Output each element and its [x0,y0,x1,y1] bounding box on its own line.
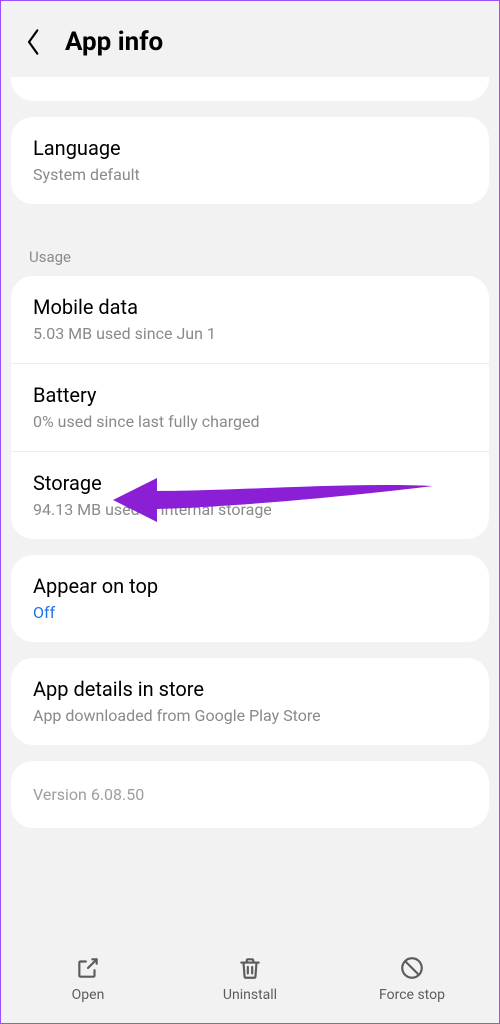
appear-on-top-card: Appear on top Off [11,555,489,642]
force-stop-button[interactable]: Force stop [331,955,493,1003]
version-card: Version 6.08.50 [11,761,489,828]
trash-icon [237,955,263,981]
mobile-data-row[interactable]: Mobile data 5.03 MB used since Jun 1 [11,276,489,363]
row-title: Language [33,135,467,161]
row-sub: 0% used since last fully charged [33,412,467,431]
appear-on-top-row[interactable]: Appear on top Off [11,555,489,642]
storage-row[interactable]: Storage 94.13 MB used in Internal storag… [11,451,489,539]
force-stop-label: Force stop [379,987,445,1003]
app-details-row[interactable]: App details in store App downloaded from… [11,658,489,745]
language-row[interactable]: Language System default [11,117,489,204]
row-sub: Off [33,603,467,622]
content-area: Language System default Usage Mobile dat… [1,77,499,943]
language-card: Language System default [11,117,489,204]
row-sub: System default [33,165,467,184]
row-title: Battery [33,382,467,408]
back-icon[interactable] [21,29,47,55]
row-title: App details in store [33,676,467,702]
row-sub: 94.13 MB used in Internal storage [33,500,467,519]
uninstall-label: Uninstall [223,987,277,1003]
page-title: App info [65,27,163,57]
usage-section-label: Usage [1,226,499,276]
version-text: Version 6.08.50 [11,761,489,828]
open-icon [75,955,101,981]
bottom-action-bar: Open Uninstall Force stop [1,943,499,1023]
card-fragment [11,77,489,101]
forbid-icon [399,955,425,981]
row-title: Appear on top [33,573,467,599]
usage-card: Mobile data 5.03 MB used since Jun 1 Bat… [11,276,489,539]
row-sub: 5.03 MB used since Jun 1 [33,324,467,343]
battery-row[interactable]: Battery 0% used since last fully charged [11,363,489,451]
row-title: Storage [33,470,467,496]
app-details-card: App details in store App downloaded from… [11,658,489,745]
uninstall-button[interactable]: Uninstall [169,955,331,1003]
open-button[interactable]: Open [7,955,169,1003]
row-title: Mobile data [33,294,467,320]
row-sub: App downloaded from Google Play Store [33,706,467,725]
header: App info [1,1,499,77]
open-label: Open [72,987,105,1003]
